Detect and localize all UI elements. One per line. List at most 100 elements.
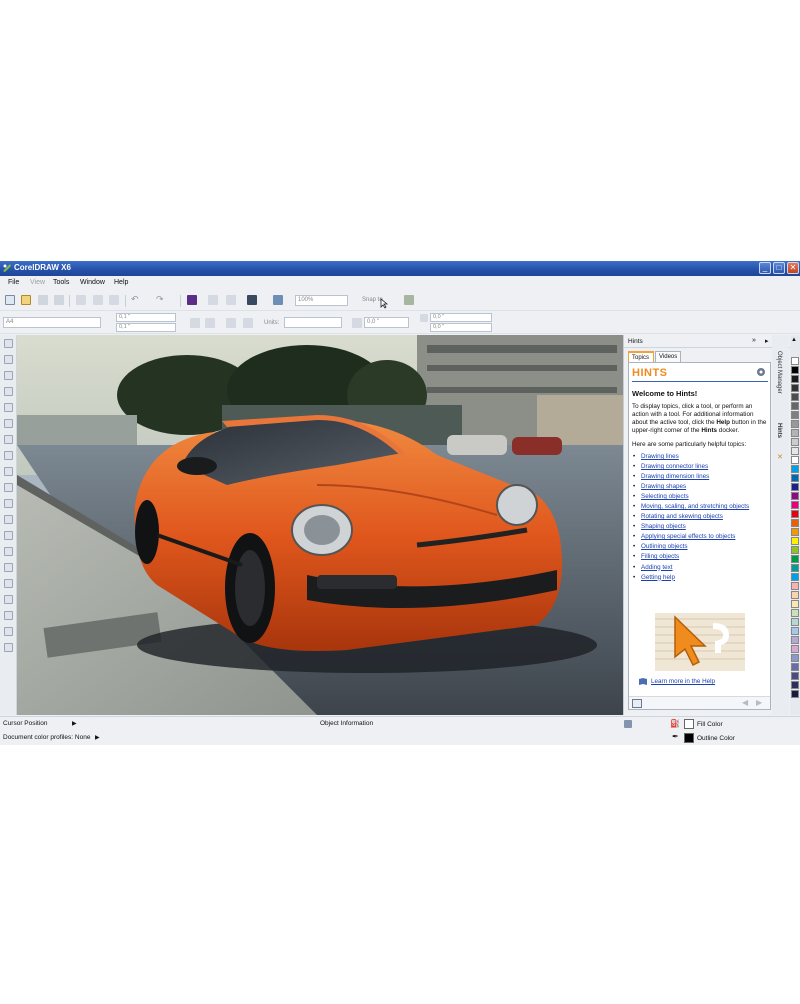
current-page-icon[interactable] [243, 318, 253, 328]
palette-swatch[interactable] [791, 429, 799, 437]
new-document-icon[interactable] [5, 295, 15, 305]
outline-pen-tool-icon[interactable] [4, 611, 13, 620]
search-content-icon[interactable] [187, 295, 197, 305]
palette-swatch[interactable] [791, 537, 799, 545]
topic-link[interactable]: Moving, scaling, and stretching objects [632, 503, 770, 513]
options-icon[interactable] [404, 295, 414, 305]
rectangle-tool-icon[interactable] [4, 435, 13, 444]
fill-tool-icon[interactable] [4, 627, 13, 636]
document-color-profiles[interactable]: Document color profiles: None [3, 734, 90, 741]
export-icon[interactable] [226, 295, 236, 305]
palette-swatch[interactable] [791, 672, 799, 680]
topic-link[interactable]: Drawing dimension lines [632, 473, 770, 483]
text-tool-icon[interactable] [4, 499, 13, 508]
forward-arrow-icon[interactable]: ▶ [756, 699, 766, 708]
tab-topics[interactable]: Topics [628, 351, 654, 362]
palette-swatch[interactable] [791, 645, 799, 653]
palette-swatch[interactable] [791, 474, 799, 482]
palette-swatch[interactable] [791, 573, 799, 581]
close-button[interactable]: ✕ [787, 262, 799, 274]
page-size-dropdown[interactable]: A4 [3, 317, 101, 328]
shape-tool-icon[interactable] [4, 355, 13, 364]
tab-videos[interactable]: Videos [655, 351, 681, 362]
palette-swatch[interactable] [791, 456, 799, 464]
nudge-distance-field[interactable]: 0,0 " [364, 317, 409, 328]
palette-swatch[interactable] [791, 420, 799, 428]
menu-tools[interactable]: Tools [53, 279, 69, 286]
topic-link[interactable]: Getting help [632, 574, 770, 584]
topic-link[interactable]: Drawing connector lines [632, 463, 770, 473]
drop-shadow-tool-icon[interactable] [4, 563, 13, 572]
maximize-button[interactable]: □ [773, 262, 785, 274]
menu-window[interactable]: Window [80, 279, 105, 286]
palette-swatch[interactable] [791, 384, 799, 392]
palette-swatch[interactable] [791, 510, 799, 518]
crop-tool-icon[interactable] [4, 371, 13, 380]
close-tab-icon[interactable]: ✕ [777, 453, 783, 461]
palette-swatch[interactable] [791, 591, 799, 599]
print-icon[interactable] [54, 295, 64, 305]
zoom-level-field[interactable]: 100% [295, 295, 348, 306]
palette-swatch[interactable] [791, 555, 799, 563]
topic-link[interactable]: Rotating and skewing objects [632, 513, 770, 523]
redo-icon[interactable]: ↷ [156, 295, 166, 305]
interactive-fill-tool-icon[interactable] [4, 643, 13, 652]
palette-swatch[interactable] [791, 393, 799, 401]
topic-link[interactable]: Drawing lines [632, 453, 770, 463]
color-profiles-arrow-icon[interactable]: ▶ [95, 734, 100, 741]
page-width-field[interactable]: 0,1 " [116, 313, 176, 322]
polygon-tool-icon[interactable] [4, 467, 13, 476]
topic-link[interactable]: Adding text [632, 564, 770, 574]
zoom-tool-icon[interactable] [4, 387, 13, 396]
palette-swatch[interactable] [791, 465, 799, 473]
palette-swatch[interactable] [791, 501, 799, 509]
basic-shapes-tool-icon[interactable] [4, 483, 13, 492]
palette-scroll-up-icon[interactable]: ▲ [791, 337, 797, 343]
eyedropper-tool-icon[interactable] [4, 595, 13, 604]
all-pages-icon[interactable] [226, 318, 236, 328]
duplicate-y-field[interactable]: 0,0 " [430, 323, 492, 332]
topic-link[interactable]: Shaping objects [632, 523, 770, 533]
palette-swatch[interactable] [791, 564, 799, 572]
collapse-docker-icon[interactable]: ▸ [765, 337, 769, 345]
palette-swatch[interactable] [791, 618, 799, 626]
palette-swatch[interactable] [791, 681, 799, 689]
minimize-button[interactable]: _ [759, 262, 771, 274]
landscape-icon[interactable] [205, 318, 215, 328]
palette-swatch[interactable] [791, 411, 799, 419]
copy-icon[interactable] [93, 295, 103, 305]
topic-link[interactable]: Selecting objects [632, 493, 770, 503]
units-dropdown[interactable] [284, 317, 342, 328]
palette-swatch[interactable] [791, 483, 799, 491]
topic-link[interactable]: Filling objects [632, 553, 770, 563]
palette-swatch[interactable] [791, 627, 799, 635]
topic-link[interactable]: Outlining objects [632, 543, 770, 553]
color-proof-icon[interactable] [624, 720, 632, 728]
ellipse-tool-icon[interactable] [4, 451, 13, 460]
pick-tool-icon[interactable] [4, 339, 13, 348]
palette-swatch[interactable] [791, 654, 799, 662]
outline-color-swatch[interactable] [684, 733, 694, 743]
smart-fill-tool-icon[interactable] [4, 419, 13, 428]
connector-tool-icon[interactable] [4, 547, 13, 556]
palette-swatch[interactable] [791, 366, 799, 374]
parallel-dimension-tool-icon[interactable] [4, 531, 13, 540]
learn-more-link[interactable]: Learn more in the Help [639, 678, 715, 685]
palette-swatch[interactable] [791, 528, 799, 536]
portrait-icon[interactable] [190, 318, 200, 328]
topic-link[interactable]: Applying special effects to objects [632, 533, 770, 543]
palette-swatch[interactable] [791, 357, 799, 365]
open-folder-icon[interactable] [21, 295, 31, 305]
save-icon[interactable] [38, 295, 48, 305]
back-arrow-icon[interactable]: ◀ [742, 699, 752, 708]
object-manager-tab[interactable]: Object Manager [776, 351, 782, 394]
palette-swatch[interactable] [791, 375, 799, 383]
transparency-tool-icon[interactable] [4, 579, 13, 588]
topic-link[interactable]: Drawing shapes [632, 483, 770, 493]
paste-icon[interactable] [109, 295, 119, 305]
menu-help[interactable]: Help [114, 279, 128, 286]
duplicate-x-field[interactable]: 0,0 " [430, 313, 492, 322]
palette-swatch[interactable] [791, 663, 799, 671]
palette-swatch[interactable] [791, 600, 799, 608]
menu-view[interactable]: View [30, 279, 45, 286]
